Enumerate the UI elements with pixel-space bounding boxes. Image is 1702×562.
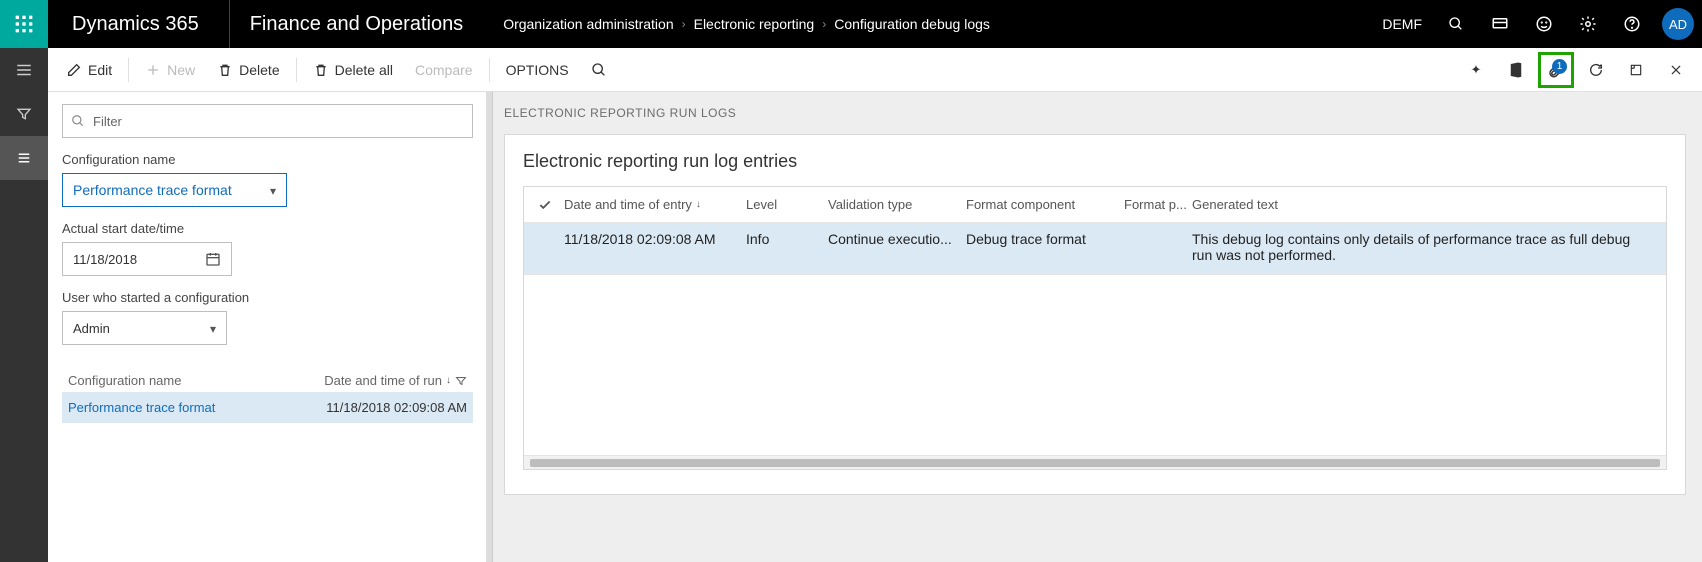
delete-all-button[interactable]: Delete all	[303, 56, 403, 84]
delete-button[interactable]: Delete	[207, 56, 289, 84]
grid-header: Date and time of entry↓ Level Validation…	[524, 187, 1666, 223]
settings-icon[interactable]	[1568, 0, 1608, 48]
row-config-name: Performance trace format	[68, 400, 215, 415]
emoji-icon[interactable]	[1524, 0, 1564, 48]
help-icon[interactable]	[1612, 0, 1652, 48]
log-entries-card: Electronic reporting run log entries Dat…	[504, 134, 1686, 495]
new-button[interactable]: New	[135, 56, 205, 84]
delete-all-label: Delete all	[335, 62, 393, 78]
cell-format-component: Debug trace format	[966, 231, 1124, 266]
run-list: Configuration name Date and time of run …	[62, 369, 473, 423]
cell-generated-text: This debug log contains only details of …	[1192, 231, 1652, 266]
rail-filter-button[interactable]	[0, 92, 48, 136]
config-name-select[interactable]: Performance trace format	[62, 173, 287, 207]
connector-icon[interactable]: ✦	[1458, 52, 1494, 88]
chevron-right-icon: ›	[822, 17, 826, 31]
run-list-row[interactable]: Performance trace format 11/18/2018 02:0…	[62, 392, 473, 423]
messages-icon[interactable]	[1480, 0, 1520, 48]
app-launcher-button[interactable]	[0, 0, 48, 48]
section-label: ELECTRONIC REPORTING RUN LOGS	[504, 106, 1686, 120]
waffle-icon	[14, 14, 34, 34]
rail-menu-button[interactable]	[0, 48, 48, 92]
edit-label: Edit	[88, 62, 112, 78]
options-button[interactable]: OPTIONS	[496, 56, 579, 84]
col-validation-type[interactable]: Validation type	[828, 197, 966, 212]
config-name-label: Configuration name	[62, 152, 473, 167]
grid-empty-space	[524, 275, 1666, 455]
col-generated-text[interactable]: Generated text	[1192, 197, 1652, 212]
select-all-checkbox[interactable]	[538, 198, 564, 212]
rail-list-button[interactable]	[0, 136, 48, 180]
delete-label: Delete	[239, 62, 279, 78]
close-icon[interactable]	[1658, 52, 1694, 88]
compare-button: Compare	[405, 56, 483, 84]
office-icon[interactable]	[1498, 52, 1534, 88]
attachments-badge: 1	[1552, 59, 1567, 74]
edit-button[interactable]: Edit	[56, 56, 122, 84]
chevron-right-icon: ›	[682, 17, 686, 31]
filter-pane: Filter Configuration name Performance tr…	[48, 92, 488, 562]
card-title: Electronic reporting run log entries	[523, 151, 1667, 172]
chevron-down-icon	[210, 321, 216, 336]
filter-input[interactable]: Filter	[62, 104, 473, 138]
log-grid: Date and time of entry↓ Level Validation…	[523, 186, 1667, 470]
toolbar-search-button[interactable]	[581, 56, 617, 84]
refresh-icon[interactable]	[1578, 52, 1614, 88]
user-select[interactable]: Admin	[62, 311, 227, 345]
legal-entity[interactable]: DEMF	[1372, 16, 1432, 32]
user-value: Admin	[73, 321, 110, 336]
sort-desc-icon: ↓	[446, 375, 451, 386]
global-header: Dynamics 365 Finance and Operations Orga…	[0, 0, 1702, 48]
chevron-down-icon	[270, 183, 276, 198]
filter-icon[interactable]	[455, 375, 467, 387]
start-date-input[interactable]: 11/18/2018	[62, 242, 232, 276]
filter-placeholder: Filter	[93, 114, 122, 129]
search-icon	[71, 114, 85, 128]
action-toolbar: Edit New Delete Delete all Compare OPTIO…	[48, 48, 1702, 92]
col-format-path[interactable]: Format p...	[1124, 197, 1192, 212]
avatar[interactable]: AD	[1662, 8, 1694, 40]
cell-format-path	[1124, 231, 1192, 266]
compare-label: Compare	[415, 62, 473, 78]
horizontal-scrollbar[interactable]	[524, 455, 1666, 469]
breadcrumb-item[interactable]: Configuration debug logs	[834, 16, 990, 32]
attachments-button[interactable]: 1	[1538, 52, 1574, 88]
calendar-icon	[205, 251, 221, 267]
sort-desc-icon: ↓	[696, 199, 701, 210]
row-run-time: 11/18/2018 02:09:08 AM	[326, 400, 467, 415]
cell-date: 11/18/2018 02:09:08 AM	[564, 231, 746, 266]
breadcrumb-item[interactable]: Electronic reporting	[694, 16, 815, 32]
left-rail	[0, 48, 48, 562]
topbar-right: DEMF AD	[1372, 0, 1702, 48]
run-list-header: Configuration name Date and time of run …	[62, 369, 473, 392]
col-format-component[interactable]: Format component	[966, 197, 1124, 212]
popout-icon[interactable]	[1618, 52, 1654, 88]
config-name-value: Performance trace format	[73, 182, 232, 198]
start-date-label: Actual start date/time	[62, 221, 473, 236]
options-label: OPTIONS	[506, 62, 569, 78]
grid-row[interactable]: 11/18/2018 02:09:08 AM Info Continue exe…	[524, 223, 1666, 275]
breadcrumb: Organization administration › Electronic…	[503, 16, 990, 32]
search-icon[interactable]	[1436, 0, 1476, 48]
module-label: Finance and Operations	[230, 13, 503, 36]
user-label: User who started a configuration	[62, 290, 473, 305]
cell-validation-type: Continue executio...	[828, 231, 966, 266]
col-level[interactable]: Level	[746, 197, 828, 212]
cell-level: Info	[746, 231, 828, 266]
details-pane: ELECTRONIC REPORTING RUN LOGS Electronic…	[488, 92, 1702, 562]
brand-label[interactable]: Dynamics 365	[48, 0, 230, 48]
list-col-config[interactable]: Configuration name	[68, 373, 181, 388]
col-date[interactable]: Date and time of entry↓	[564, 197, 746, 212]
list-col-date[interactable]: Date and time of run	[324, 373, 442, 388]
new-label: New	[167, 62, 195, 78]
start-date-value: 11/18/2018	[73, 252, 137, 267]
breadcrumb-item[interactable]: Organization administration	[503, 16, 673, 32]
